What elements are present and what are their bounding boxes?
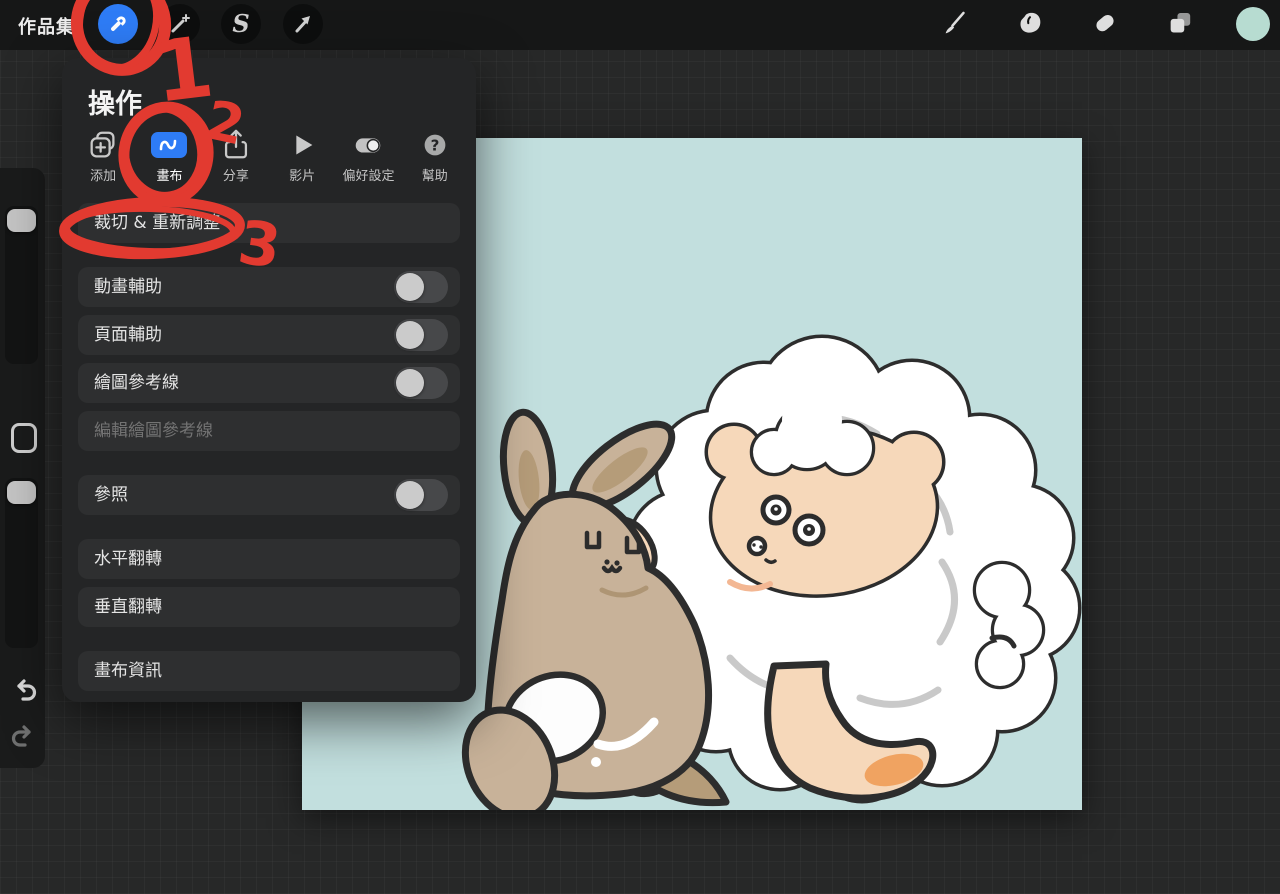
actions-tab-bar: 添加 畫布 分享 (70, 128, 468, 184)
tab-add[interactable]: 添加 (70, 128, 136, 184)
menu-item-label: 繪圖參考線 (94, 363, 179, 403)
color-swatch-button[interactable] (1236, 7, 1270, 41)
menu-item-edit-drawing-guide: 編輯繪圖參考線 (78, 411, 460, 451)
tab-share-label: 分享 (223, 165, 249, 184)
menu-item-page-assist[interactable]: 頁面輔助 (78, 315, 460, 355)
magic-wand-icon (168, 12, 192, 36)
toggle-knob (396, 369, 424, 397)
menu-item-label: 參照 (94, 475, 128, 515)
help-icon: ? (418, 128, 452, 162)
actions-popover: 操作 添加 畫布 (62, 58, 476, 702)
menu-item-flip-horizontal[interactable]: 水平翻轉 (78, 539, 460, 579)
undo-button[interactable] (9, 674, 39, 704)
selection-button[interactable]: S (221, 4, 261, 44)
page-assist-toggle[interactable] (394, 319, 448, 351)
add-icon (86, 128, 120, 162)
menu-item-label: 編輯繪圖參考線 (94, 411, 213, 451)
menu-item-flip-vertical[interactable]: 垂直翻轉 (78, 587, 460, 627)
transform-arrow-icon (290, 11, 316, 37)
menu-item-reference[interactable]: 參照 (78, 475, 460, 515)
svg-text:?: ? (430, 137, 439, 155)
transform-button[interactable] (283, 4, 323, 44)
animation-assist-toggle[interactable] (394, 271, 448, 303)
smudge-finger-icon (1013, 7, 1047, 41)
tab-add-label: 添加 (90, 165, 116, 184)
menu-item-label: 水平翻轉 (94, 539, 162, 579)
share-icon (219, 128, 253, 162)
tab-video[interactable]: 影片 (269, 128, 335, 184)
toggle-knob (396, 321, 424, 349)
wrench-icon (106, 12, 130, 36)
brush-icon (938, 7, 972, 41)
eraser-tool-button[interactable] (1086, 5, 1124, 43)
actions-wrench-button[interactable] (98, 4, 138, 44)
toggle-knob (396, 481, 424, 509)
procreate-app: 作品集 S (0, 0, 1280, 894)
layers-icon (1163, 7, 1197, 41)
tab-canvas[interactable]: 畫布 (136, 128, 202, 184)
tab-video-label: 影片 (289, 165, 315, 184)
layers-button[interactable] (1161, 5, 1199, 43)
tab-share[interactable]: 分享 (203, 128, 269, 184)
menu-item-crop-resize[interactable]: 裁切 & 重新調整 (78, 203, 460, 243)
menu-item-canvas-info[interactable]: 畫布資訊 (78, 651, 460, 691)
selection-s-icon: S (228, 9, 254, 39)
tab-prefs-label: 偏好設定 (342, 165, 394, 184)
redo-button[interactable] (9, 720, 39, 750)
popover-title: 操作 (88, 82, 142, 121)
reference-toggle[interactable] (394, 479, 448, 511)
svg-text:S: S (232, 9, 249, 38)
menu-item-label: 頁面輔助 (94, 315, 162, 355)
toggle-knob (396, 273, 424, 301)
tab-canvas-label: 畫布 (156, 165, 182, 184)
top-toolbar: 作品集 S (0, 0, 1280, 50)
eraser-icon (1088, 7, 1122, 41)
menu-item-label: 動畫輔助 (94, 267, 162, 307)
prefs-toggle-icon (350, 128, 386, 162)
menu-item-label: 畫布資訊 (94, 651, 162, 691)
menu-item-animation-assist[interactable]: 動畫輔助 (78, 267, 460, 307)
smudge-tool-button[interactable] (1011, 5, 1049, 43)
video-play-icon (285, 128, 319, 162)
tab-help-label: 幫助 (422, 165, 448, 184)
opacity-handle[interactable] (7, 481, 36, 504)
gallery-button[interactable]: 作品集 (18, 13, 75, 39)
redo-icon (10, 721, 38, 749)
menu-item-label: 垂直翻轉 (94, 587, 162, 627)
brush-size-handle[interactable] (7, 209, 36, 232)
brush-tool-button[interactable] (936, 5, 974, 43)
tab-prefs[interactable]: 偏好設定 (335, 128, 401, 184)
modify-button[interactable] (11, 423, 37, 453)
undo-icon (10, 675, 38, 703)
drawing-guide-toggle[interactable] (394, 367, 448, 399)
adjustments-button[interactable] (160, 4, 200, 44)
canvas-icon (149, 128, 189, 162)
menu-item-label: 裁切 & 重新調整 (94, 203, 220, 243)
menu-item-drawing-guide[interactable]: 繪圖參考線 (78, 363, 460, 403)
tab-help[interactable]: ? 幫助 (402, 128, 468, 184)
canvas-menu: 裁切 & 重新調整 動畫輔助 頁面輔助 繪圖參考線 編輯繪圖參考線 參照 (78, 203, 460, 699)
